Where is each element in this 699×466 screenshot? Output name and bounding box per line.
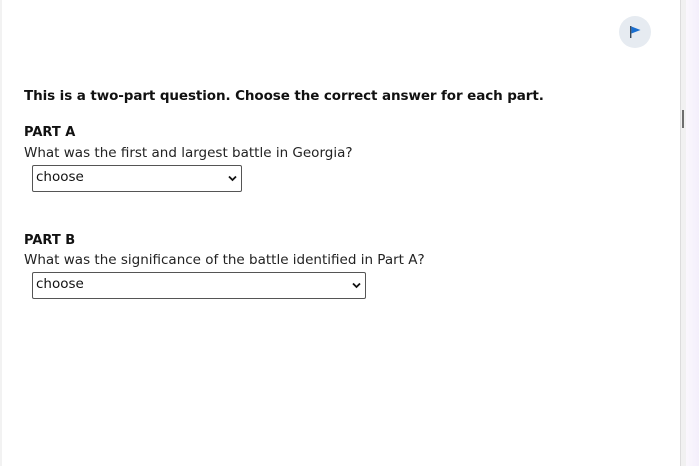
part-b-select-value: choose [36, 276, 84, 292]
scrollbar-track[interactable] [680, 0, 686, 466]
scrollbar-thumb[interactable] [682, 110, 684, 128]
left-border [0, 0, 2, 466]
part-a-select[interactable]: choose [32, 165, 242, 192]
flag-question-button[interactable] [619, 16, 651, 48]
part-b-question: What was the significance of the battle … [24, 252, 425, 268]
question-page: This is a two-part question. Choose the … [0, 0, 699, 466]
flag-icon [630, 26, 641, 38]
chevron-down-icon [352, 282, 361, 289]
part-a-select-value: choose [36, 169, 84, 185]
part-b-label: PART B [24, 233, 76, 248]
part-a-question: What was the first and largest battle in… [24, 145, 353, 161]
part-b-select[interactable]: choose [32, 272, 366, 299]
part-a-label: PART A [24, 125, 76, 140]
instructions-text: This is a two-part question. Choose the … [24, 88, 544, 104]
question-panel: This is a two-part question. Choose the … [0, 0, 680, 466]
chevron-down-icon [228, 175, 237, 182]
